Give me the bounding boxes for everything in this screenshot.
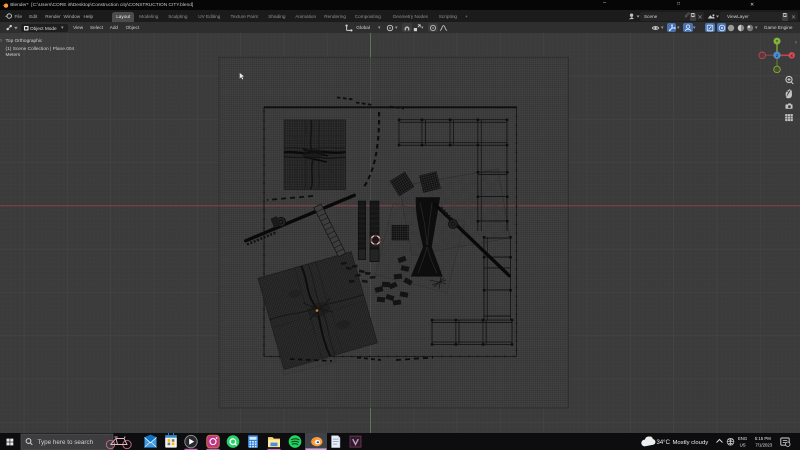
svg-text:34°C: 34°C bbox=[657, 440, 671, 446]
svg-text:US: US bbox=[740, 443, 746, 448]
svg-text:‹: ‹ bbox=[795, 40, 797, 46]
svg-text:X: X bbox=[790, 54, 793, 58]
svg-text:Meters: Meters bbox=[6, 52, 21, 58]
svg-text:7/1/2023: 7/1/2023 bbox=[755, 443, 772, 448]
svg-text:Mostly cloudy: Mostly cloudy bbox=[673, 440, 709, 446]
svg-text:(1) Scene Collection | Plane.0: (1) Scene Collection | Plane.004 bbox=[6, 46, 75, 52]
svg-text:ENG: ENG bbox=[738, 436, 748, 441]
svg-text:Type here to search: Type here to search bbox=[38, 439, 94, 446]
svg-text:›: › bbox=[0, 38, 2, 44]
svg-text:Top Orthographic: Top Orthographic bbox=[6, 38, 43, 44]
svg-text:5:15 PM: 5:15 PM bbox=[755, 436, 771, 441]
svg-text:Y: Y bbox=[776, 40, 779, 44]
